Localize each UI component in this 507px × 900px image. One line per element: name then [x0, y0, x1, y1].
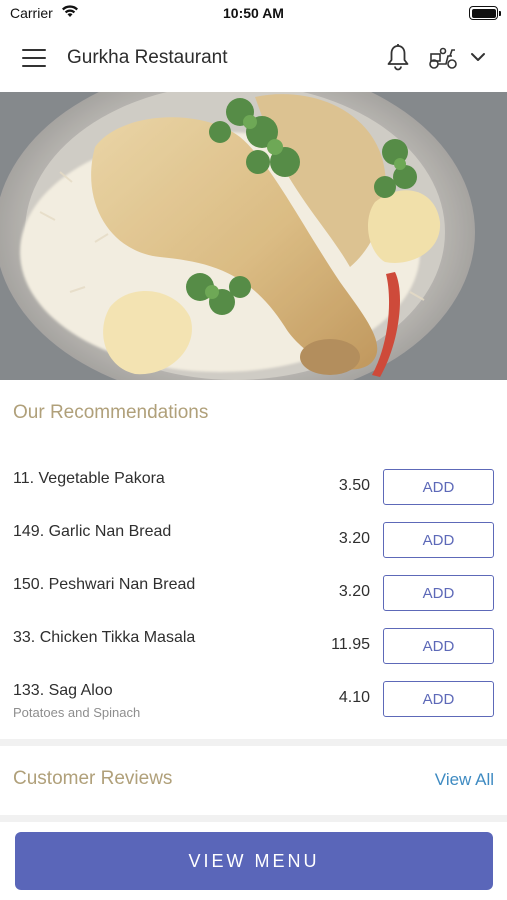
hamburger-menu-icon[interactable]	[22, 49, 46, 69]
app-header: Gurkha Restaurant	[0, 26, 507, 92]
list-item: 149. Garlic Nan Bread 3.20 ADD	[0, 509, 507, 562]
section-title-reviews: Customer Reviews	[13, 768, 173, 789]
add-button[interactable]: ADD	[383, 628, 494, 664]
view-all-reviews-link[interactable]: View All	[435, 770, 494, 790]
item-name: 33. Chicken Tikka Masala	[13, 629, 196, 646]
add-button[interactable]: ADD	[383, 575, 494, 611]
section-divider	[0, 739, 507, 746]
item-name: 149. Garlic Nan Bread	[13, 523, 172, 540]
item-price: 4.10	[338, 689, 370, 706]
item-price: 11.95	[331, 636, 370, 653]
add-button[interactable]: ADD	[383, 681, 494, 717]
battery-icon	[469, 6, 501, 20]
item-name: 11. Vegetable Pakora	[13, 470, 165, 487]
item-price: 3.50	[338, 477, 370, 494]
clock: 10:50 AM	[223, 5, 284, 21]
hero-food-image	[0, 92, 507, 380]
add-button[interactable]: ADD	[383, 469, 494, 505]
status-bar: Carrier 10:50 AM	[0, 0, 507, 26]
item-description: Potatoes and Spinach	[13, 705, 141, 720]
page-title: Gurkha Restaurant	[67, 47, 228, 68]
section-title-recommendations: Our Recommendations	[13, 402, 209, 423]
list-item: 11. Vegetable Pakora 3.50 ADD	[0, 456, 507, 509]
recommendations-list: 11. Vegetable Pakora 3.50 ADD 149. Garli…	[0, 456, 507, 721]
view-menu-button[interactable]: VIEW MENU	[15, 832, 493, 890]
list-item: 150. Peshwari Nan Bread 3.20 ADD	[0, 562, 507, 615]
chevron-down-icon[interactable]	[470, 51, 486, 63]
item-name: 150. Peshwari Nan Bread	[13, 576, 196, 593]
bell-icon[interactable]	[385, 43, 411, 71]
delivery-scooter-icon[interactable]	[428, 46, 458, 70]
list-item: 33. Chicken Tikka Masala 11.95 ADD	[0, 615, 507, 668]
section-divider	[0, 815, 507, 822]
item-name: 133. Sag Aloo	[13, 682, 113, 699]
item-price: 3.20	[338, 530, 370, 547]
add-button[interactable]: ADD	[383, 522, 494, 558]
list-item: 133. Sag Aloo Potatoes and Spinach 4.10 …	[0, 668, 507, 721]
item-price: 3.20	[338, 583, 370, 600]
